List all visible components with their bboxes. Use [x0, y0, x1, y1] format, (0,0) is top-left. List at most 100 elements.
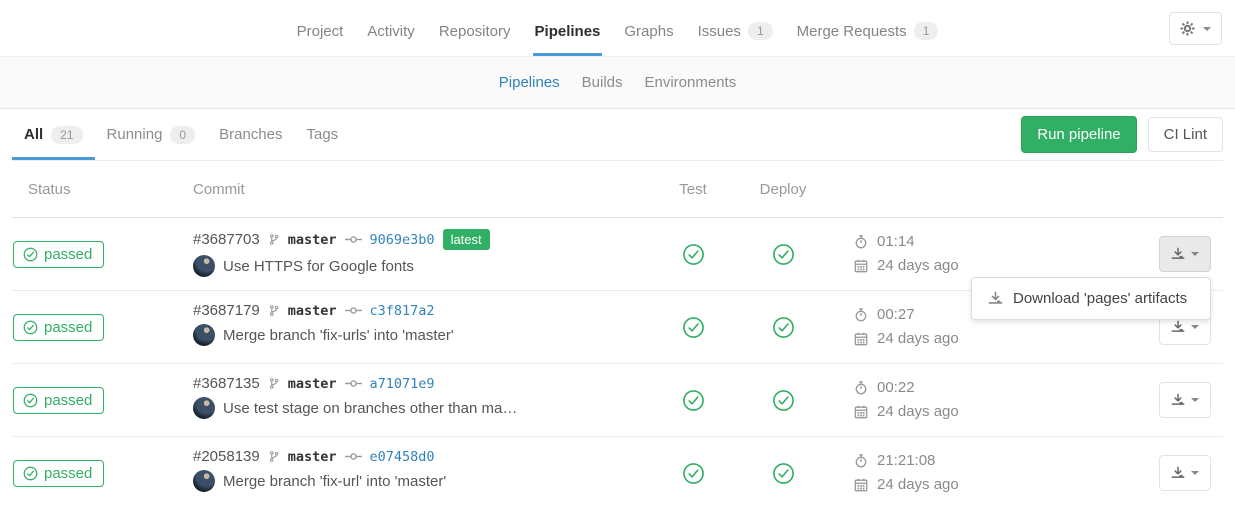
tab-branches[interactable]: Branches	[207, 109, 294, 160]
pipeline-id: #3687703	[193, 231, 260, 248]
pipeline-id: #3687179	[193, 302, 260, 319]
download-artifacts-button[interactable]	[1159, 382, 1211, 418]
branch-icon	[268, 377, 280, 390]
tab-tags[interactable]: Tags	[294, 109, 350, 160]
check-circle-icon	[23, 320, 38, 335]
stopwatch-icon	[854, 381, 868, 395]
pipeline-duration: 00:27	[877, 303, 915, 327]
branch-link[interactable]: master	[288, 449, 337, 465]
run-pipeline-button[interactable]: Run pipeline	[1021, 116, 1136, 153]
pipeline-actions: Run pipeline CI Lint	[1021, 116, 1223, 153]
actions-cell	[1159, 455, 1223, 491]
commit-cell: #2058139 master e07458d0 Merge branch 'f…	[193, 437, 648, 492]
pipeline-finished-ago: 24 days ago	[877, 327, 959, 351]
commit-message-link[interactable]: Use test stage on branches other than ma…	[223, 400, 517, 417]
chevron-down-icon	[1191, 471, 1199, 475]
commit-sha-link[interactable]: e07458d0	[370, 449, 435, 465]
merge-requests-count-badge: 1	[914, 22, 939, 40]
time-cell: 21:21:08 24 days ago	[828, 449, 1159, 497]
commit-cell: #3687703 master 9069e3b0 latest Use HTTP…	[193, 218, 648, 277]
commit-cell: #3687179 master c3f817a2 Merge branch 'f…	[193, 291, 648, 346]
download-icon	[1171, 320, 1185, 334]
actions-cell	[1159, 382, 1223, 418]
all-count-badge: 21	[51, 126, 82, 144]
time-cell: 00:22 24 days ago	[828, 376, 1159, 424]
latest-badge: latest	[443, 229, 490, 250]
stopwatch-icon	[854, 235, 868, 249]
download-icon	[1171, 466, 1185, 480]
avatar[interactable]	[193, 255, 215, 277]
chevron-down-icon	[1191, 325, 1199, 329]
calendar-icon	[854, 405, 868, 419]
download-icon	[1171, 393, 1185, 407]
test-stage-status[interactable]	[682, 316, 705, 339]
project-settings-button[interactable]	[1169, 12, 1222, 45]
branch-link[interactable]: master	[288, 303, 337, 319]
branch-icon	[268, 450, 280, 463]
nav-item-repository[interactable]: Repository	[437, 23, 513, 56]
status-badge-passed[interactable]: passed	[13, 460, 104, 487]
pipeline-duration: 01:14	[877, 230, 915, 254]
chevron-down-icon	[1191, 252, 1199, 256]
actions-cell	[1159, 236, 1223, 272]
header-status: Status	[12, 181, 193, 198]
nav-item-graphs[interactable]: Graphs	[622, 23, 675, 56]
tab-running[interactable]: Running 0	[95, 109, 208, 160]
branch-link[interactable]: master	[288, 232, 337, 248]
pipeline-id: #3687135	[193, 375, 260, 392]
nav-item-activity[interactable]: Activity	[365, 23, 417, 56]
chevron-down-icon	[1203, 27, 1211, 31]
ci-lint-button[interactable]: CI Lint	[1148, 117, 1223, 152]
test-stage-status[interactable]	[682, 389, 705, 412]
calendar-icon	[854, 478, 868, 492]
deploy-stage-status[interactable]	[772, 462, 795, 485]
commit-sha-link[interactable]: 9069e3b0	[370, 232, 435, 248]
download-artifacts-menu: Download 'pages' artifacts	[971, 277, 1211, 320]
status-badge-passed[interactable]: passed	[13, 387, 104, 414]
header-deploy: Deploy	[760, 181, 807, 198]
test-stage-status[interactable]	[682, 462, 705, 485]
calendar-icon	[854, 259, 868, 273]
time-cell: 01:14 24 days ago	[828, 230, 1159, 278]
commit-message-link[interactable]: Merge branch 'fix-urls' into 'master'	[223, 327, 454, 344]
header-test: Test	[679, 181, 707, 198]
commit-message-link[interactable]: Merge branch 'fix-url' into 'master'	[223, 473, 446, 490]
branch-link[interactable]: master	[288, 376, 337, 392]
avatar[interactable]	[193, 470, 215, 492]
status-badge-passed[interactable]: passed	[13, 314, 104, 341]
commit-icon	[345, 306, 362, 315]
header-commit: Commit	[193, 181, 648, 198]
avatar[interactable]	[193, 324, 215, 346]
subnav-item-environments[interactable]: Environments	[645, 74, 737, 91]
download-artifacts-button[interactable]	[1159, 236, 1211, 272]
stopwatch-icon	[854, 454, 868, 468]
deploy-stage-status[interactable]	[772, 316, 795, 339]
pipelines-table-header: Status Commit Test Deploy	[12, 161, 1223, 218]
nav-item-pipelines[interactable]: Pipelines	[533, 23, 603, 56]
subnav-item-pipelines[interactable]: Pipelines	[499, 74, 560, 91]
pipelines-filter-bar: All 21 Running 0 Branches Tags Run pipel…	[12, 109, 1223, 161]
download-pages-artifacts-item[interactable]: Download 'pages' artifacts	[972, 287, 1210, 310]
download-icon	[988, 291, 1003, 306]
commit-sha-link[interactable]: a71071e9	[370, 376, 435, 392]
pipeline-finished-ago: 24 days ago	[877, 400, 959, 424]
deploy-stage-status[interactable]	[772, 389, 795, 412]
avatar[interactable]	[193, 397, 215, 419]
nav-item-project[interactable]: Project	[295, 23, 346, 56]
subnav-item-builds[interactable]: Builds	[582, 74, 623, 91]
pipeline-row: passed #2058139 master e07458d0 Merge br…	[12, 437, 1223, 509]
test-stage-status[interactable]	[682, 243, 705, 266]
pipelines-page: Project Activity Repository Pipelines Gr…	[0, 0, 1235, 509]
deploy-stage-status[interactable]	[772, 243, 795, 266]
download-artifacts-button[interactable]	[1159, 455, 1211, 491]
commit-sha-link[interactable]: c3f817a2	[370, 303, 435, 319]
check-circle-icon	[23, 247, 38, 262]
commit-icon	[345, 379, 362, 388]
stopwatch-icon	[854, 308, 868, 322]
pipeline-row: passed #3687135 master a71071e9 Use test…	[12, 364, 1223, 437]
tab-all[interactable]: All 21	[12, 109, 95, 160]
status-badge-passed[interactable]: passed	[13, 241, 104, 268]
nav-item-issues[interactable]: Issues 1	[696, 22, 775, 56]
nav-item-merge-requests[interactable]: Merge Requests 1	[795, 22, 941, 56]
commit-message-link[interactable]: Use HTTPS for Google fonts	[223, 258, 414, 275]
